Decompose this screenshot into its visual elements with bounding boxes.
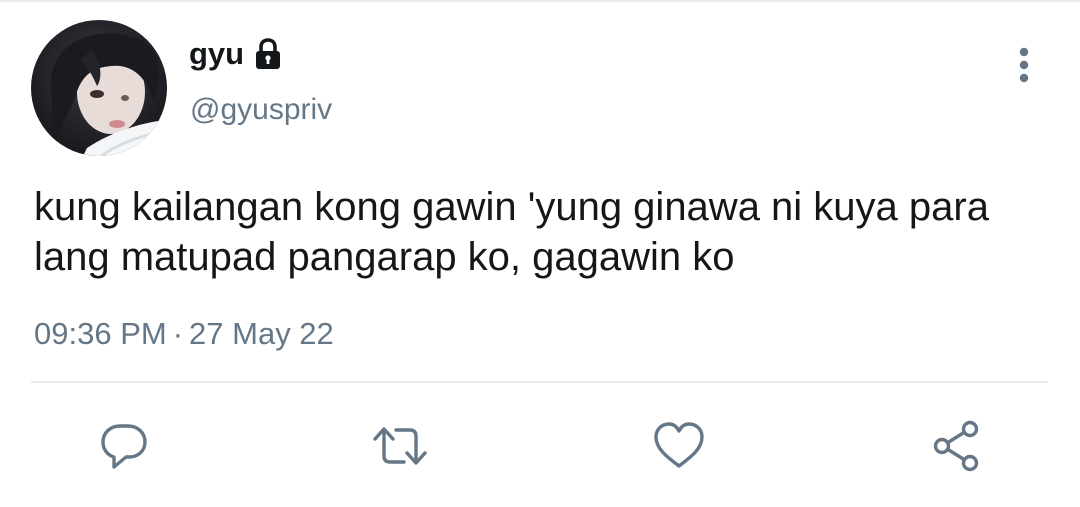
- heart-icon: [654, 422, 704, 468]
- author-name-row[interactable]: gyu: [189, 34, 284, 74]
- tweet-date: 27 May 22: [189, 316, 334, 351]
- display-name[interactable]: gyu: [189, 34, 244, 74]
- share-button[interactable]: [928, 420, 984, 472]
- user-handle[interactable]: @gyuspriv: [190, 91, 332, 129]
- top-border: [0, 0, 1080, 2]
- like-button[interactable]: [651, 420, 707, 472]
- tweet-text: kung kailangan kong gawin 'yung ginawa n…: [34, 185, 989, 279]
- vertical-dots-icon: [1019, 47, 1029, 83]
- lock-icon: [252, 37, 284, 71]
- tweet-timestamp[interactable]: 09:36 PM · 27 May 22: [34, 314, 334, 354]
- retweet-icon: [373, 427, 427, 465]
- reply-icon: [101, 424, 147, 469]
- tweet-time: 09:36 PM: [34, 316, 167, 351]
- reply-button[interactable]: [96, 420, 152, 472]
- timestamp-separator: ·: [172, 316, 184, 351]
- avatar[interactable]: [31, 20, 167, 156]
- divider: [31, 381, 1048, 383]
- retweet-button[interactable]: [372, 420, 428, 472]
- more-options-button[interactable]: [1006, 44, 1042, 88]
- share-icon: [933, 420, 979, 472]
- avatar-photo: [31, 20, 167, 156]
